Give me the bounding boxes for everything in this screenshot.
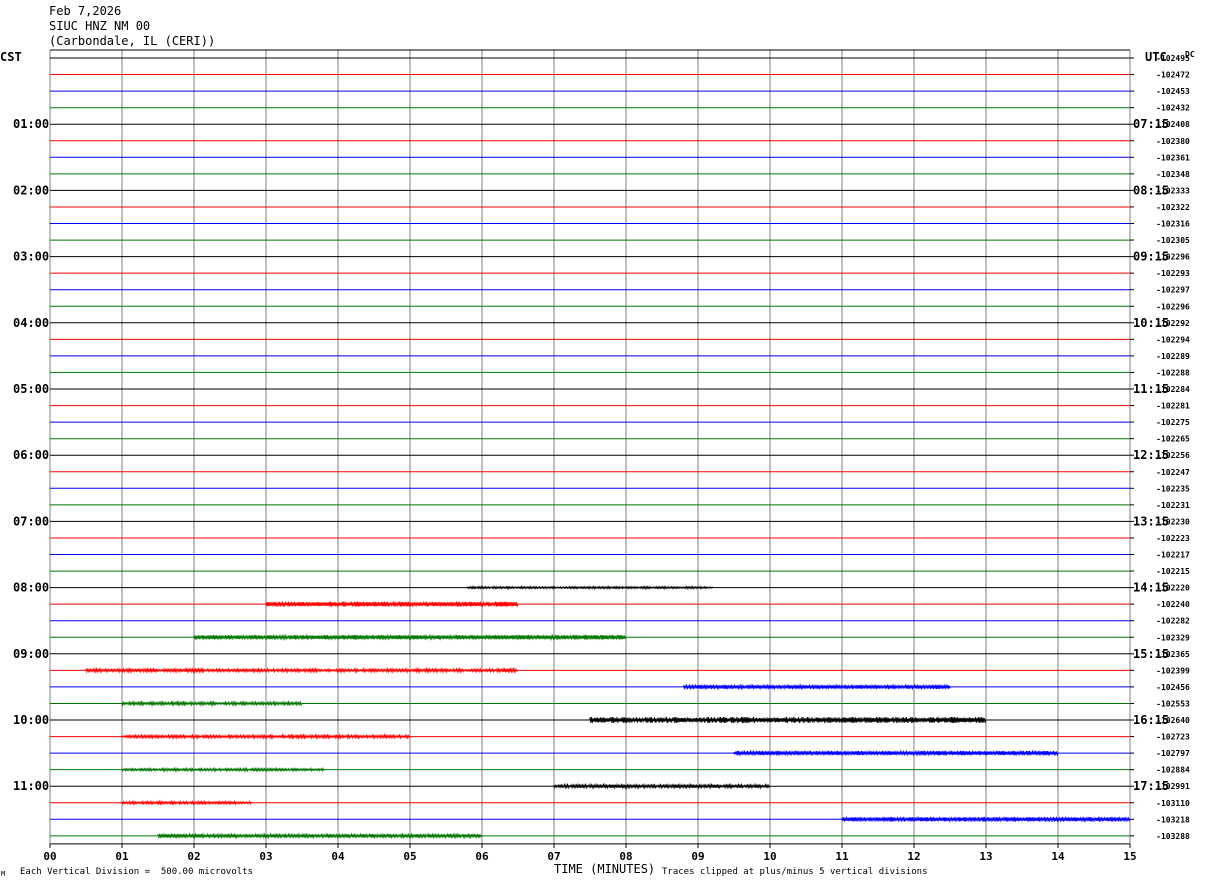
cst-hour-label: 06:00: [13, 448, 49, 462]
dc-offset-label: -102305: [1156, 236, 1190, 245]
x-tick-label: 11: [835, 850, 849, 863]
dc-offset-label: -102288: [1156, 368, 1190, 377]
dc-offset-label: -102275: [1156, 418, 1190, 427]
cst-hour-label: 04:00: [13, 316, 49, 330]
dc-offset-label: -102296: [1156, 302, 1190, 311]
x-tick-label: 12: [907, 850, 920, 863]
x-tick-label: 10: [763, 850, 776, 863]
x-tick-label: 07: [547, 850, 560, 863]
dc-offset-label: -102453: [1156, 87, 1190, 96]
dc-offset-label: -102380: [1156, 137, 1190, 146]
cst-hour-label: 05:00: [13, 382, 49, 396]
dc-offset-label: -102281: [1156, 402, 1190, 411]
dc-offset-label: -102294: [1156, 335, 1190, 344]
cst-hour-label: 03:00: [13, 250, 49, 264]
dc-offset-label: -103288: [1156, 832, 1190, 841]
x-axis-title: TIME (MINUTES): [554, 862, 656, 876]
dc-offset-label: -102553: [1156, 699, 1190, 708]
dc-offset-label: -102361: [1156, 153, 1190, 162]
trace-row: [50, 766, 1130, 773]
utc-hour-label: 07:15: [1133, 117, 1169, 131]
dc-offset-label: -102797: [1156, 749, 1190, 758]
cst-hour-label: 11:00: [13, 779, 49, 793]
trace-row: [50, 749, 1130, 757]
x-tick-label: 01: [115, 850, 129, 863]
dc-offset-label: -102231: [1156, 501, 1190, 510]
trace-row: [50, 782, 1130, 790]
utc-hour-label: 17:15: [1133, 779, 1169, 793]
dc-offset-label: -102316: [1156, 220, 1190, 229]
x-tick-label: 03: [259, 850, 272, 863]
dc-offset-label: -102723: [1156, 733, 1190, 742]
cst-zone-label: CST: [0, 50, 22, 64]
dc-offset-label: -102322: [1156, 203, 1190, 212]
dc-offset-label: -102432: [1156, 104, 1190, 113]
trace-row: [50, 832, 1130, 840]
x-tick-label: 09: [691, 850, 704, 863]
utc-hour-label: 14:15: [1133, 581, 1169, 595]
dc-offset-label: -102456: [1156, 683, 1190, 692]
dc-offset-label: -102297: [1156, 286, 1190, 295]
cst-hour-label: 02:00: [13, 183, 49, 197]
x-tick-label: 13: [979, 850, 992, 863]
x-tick-label: 04: [331, 850, 345, 863]
utc-hour-label: 13:15: [1133, 514, 1169, 528]
utc-zone-label: UTC: [1145, 50, 1167, 64]
trace-row: [50, 716, 1130, 724]
trace-row: [50, 600, 1130, 608]
dc-offset-label: -102265: [1156, 435, 1190, 444]
utc-hour-label: 15:15: [1133, 647, 1169, 661]
trace-row: [50, 585, 1130, 590]
dc-offset-label: -102884: [1156, 766, 1190, 775]
trace-row: [50, 633, 1130, 641]
x-tick-label: 00: [43, 850, 56, 863]
trace-lines: [50, 57, 1131, 840]
x-tick-label: 08: [619, 850, 632, 863]
utc-hour-label: 08:15: [1133, 183, 1169, 197]
dc-offset-label: -102472: [1156, 71, 1190, 80]
grid-lines: [49, 49, 1134, 848]
utc-hour-label: 12:15: [1133, 448, 1169, 462]
axis-labels: 00 01 02 03 04 05 06 07 08 09 10 11 12 13 14 15-102495-…: [0, 50, 1195, 863]
dc-offset-label: -102329: [1156, 633, 1190, 642]
dc-offset-label: -102235: [1156, 484, 1190, 493]
x-tick-label: 15: [1123, 850, 1136, 863]
utc-hour-label: 16:15: [1133, 713, 1169, 727]
dc-offset-label: -102217: [1156, 551, 1190, 560]
dc-offset-label: -102282: [1156, 617, 1190, 626]
dc-offset-label: -103110: [1156, 799, 1190, 808]
dc-offset-label: -102215: [1156, 567, 1190, 576]
dc-offset-label: -102348: [1156, 170, 1190, 179]
cst-hour-label: 08:00: [13, 581, 49, 595]
trace-row: [50, 815, 1131, 823]
trace-row: [50, 666, 1130, 674]
dc-offset-label: -102293: [1156, 269, 1190, 278]
x-tick-label: 14: [1051, 850, 1065, 863]
dc-offset-label: -102240: [1156, 600, 1190, 609]
dc-offset-label: -103218: [1156, 815, 1190, 824]
trace-row: [50, 683, 1130, 691]
trace-row: [50, 699, 1130, 707]
utc-hour-label: 09:15: [1133, 250, 1169, 264]
cst-hour-label: 07:00: [13, 514, 49, 528]
dc-offset-label: -102247: [1156, 468, 1190, 477]
clip-note: Traces clipped at plus/minus 5 vertical …: [662, 867, 928, 877]
utc-hour-label: 11:15: [1133, 382, 1169, 396]
cst-hour-label: 10:00: [13, 713, 49, 727]
cst-hour-label: 09:00: [13, 647, 49, 661]
trace-row: [50, 733, 1130, 741]
utc-hour-label: 10:15: [1133, 316, 1169, 330]
x-tick-label: 02: [187, 850, 200, 863]
dc-offset-label: -102223: [1156, 534, 1190, 543]
scale-note: Each Vertical Division = 500.00 microvol…: [20, 867, 253, 877]
corner-mark: M: [1, 870, 6, 878]
cst-hour-label: 01:00: [13, 117, 49, 131]
trace-row: [50, 799, 1130, 806]
dc-offset-label: -102289: [1156, 352, 1190, 361]
x-tick-label: 05: [403, 850, 416, 863]
x-tick-label: 06: [475, 850, 489, 863]
seismogram-chart: 00 01 02 03 04 05 06 07 08 09 10 11 12 13 14 15-102495-…: [0, 49, 1195, 863]
dc-offset-label: -102399: [1156, 666, 1190, 675]
dc-label: DC: [1185, 50, 1195, 59]
